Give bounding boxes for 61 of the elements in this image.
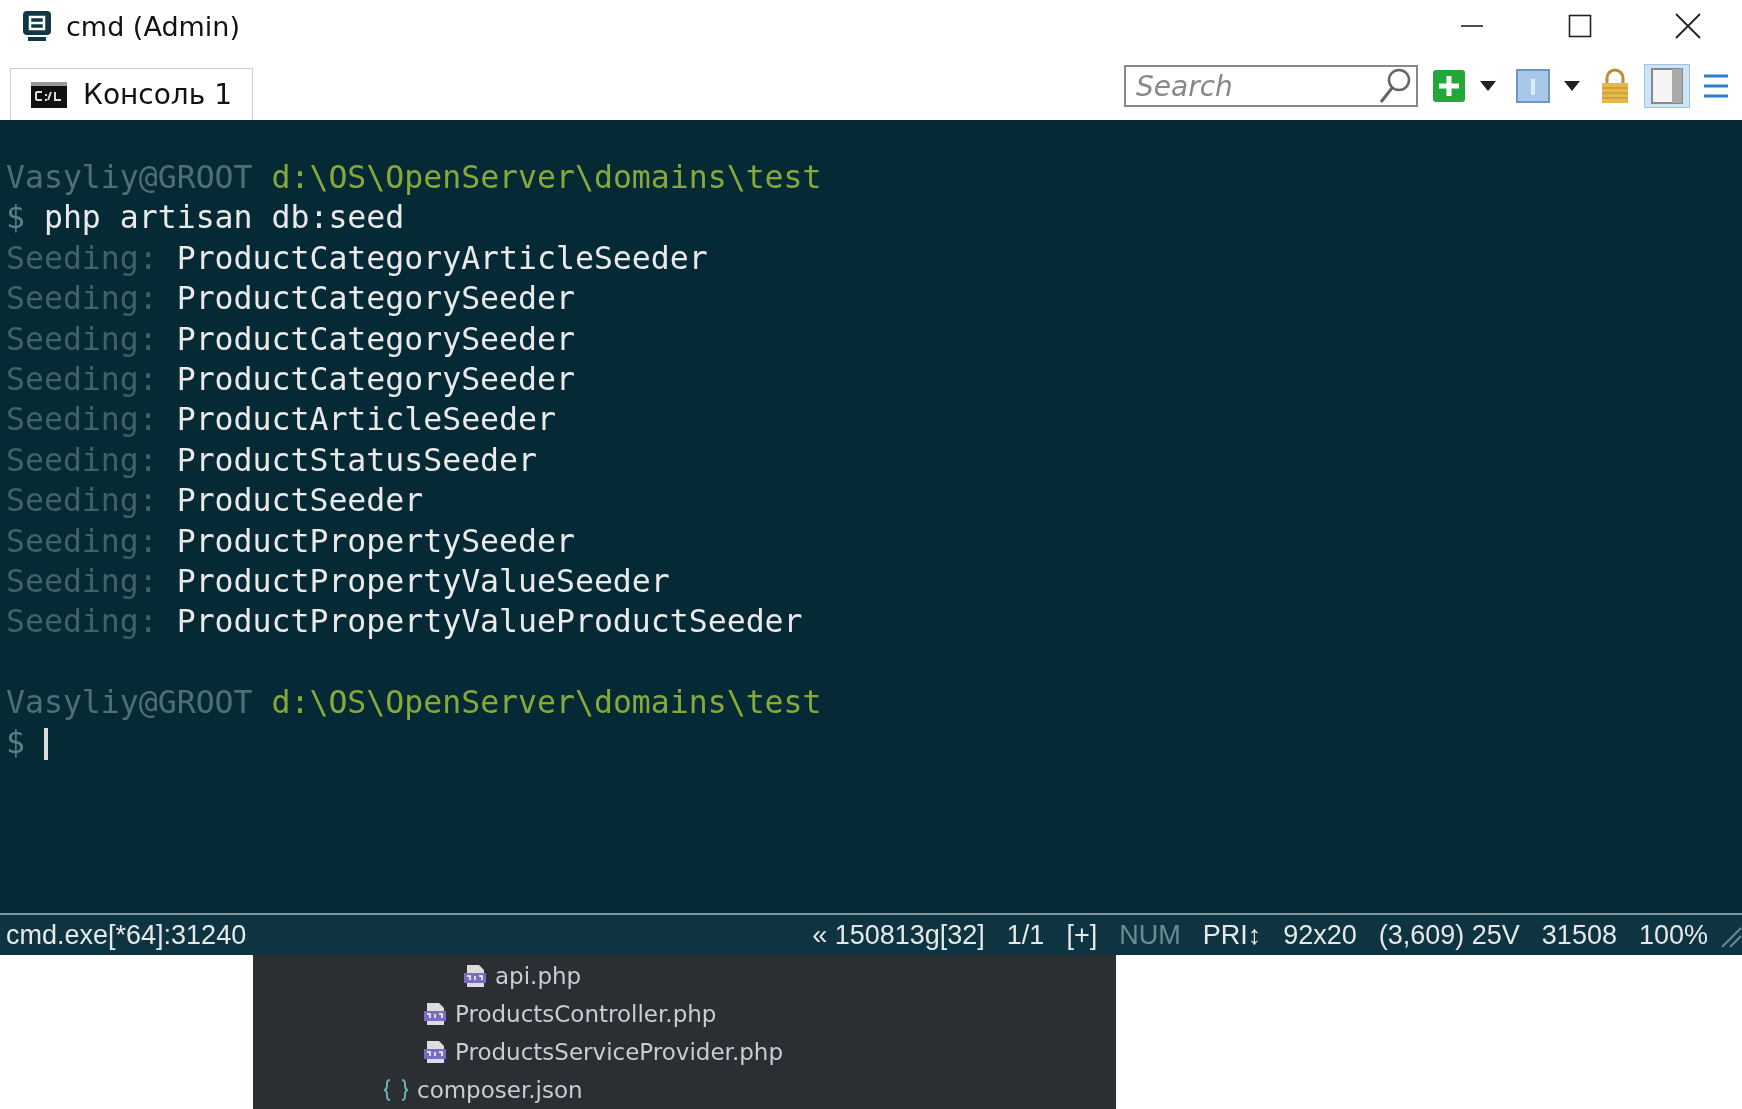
- search-icon: [1378, 67, 1412, 105]
- lock-icon[interactable]: [1600, 68, 1630, 104]
- search-field[interactable]: Search: [1124, 65, 1418, 107]
- window-icon[interactable]: [1516, 69, 1550, 103]
- prompt-sign: $: [6, 724, 25, 761]
- minimize-icon: [1460, 25, 1484, 27]
- output-text: ProductPropertySeeder: [176, 522, 575, 559]
- output-label: Seeding:: [6, 401, 158, 438]
- output-label: Seeding:: [6, 360, 158, 397]
- maximize-icon: [1568, 14, 1592, 38]
- file-name[interactable]: api.php: [495, 963, 582, 989]
- output-text: ProductStatusSeeder: [176, 441, 537, 478]
- prompt-sign: $: [6, 199, 25, 236]
- prompt-user: Vasyliy@GROOT: [6, 159, 253, 195]
- terminal-app-icon: [22, 10, 52, 42]
- file-name[interactable]: composer.json: [417, 1077, 583, 1103]
- status-item: 92x20: [1283, 919, 1357, 951]
- status-item: 1/1: [1006, 919, 1045, 951]
- php-file-icon: [423, 1040, 447, 1064]
- output-label: Seeding:: [6, 603, 158, 640]
- output-label: Seeding:: [6, 522, 158, 559]
- status-item: (3,609) 25V: [1378, 919, 1520, 951]
- status-item: NUM: [1119, 919, 1181, 951]
- status-item: PRI↕: [1202, 919, 1262, 951]
- output-text: ProductSeeder: [176, 482, 424, 519]
- close-icon: [1675, 13, 1701, 39]
- output-label: Seeding:: [6, 482, 158, 519]
- output-text: ProductPropertyValueSeeder: [176, 562, 670, 599]
- php-file-icon: [463, 964, 487, 988]
- status-item: 100%: [1638, 919, 1708, 951]
- output-label: Seeding:: [6, 320, 158, 357]
- menu-icon[interactable]: [1704, 72, 1728, 100]
- command-text: php artisan db:seed: [43, 199, 405, 236]
- braces-icon: [383, 1078, 409, 1102]
- prompt-path: d:\OS\OpenServer\domains\test: [271, 684, 822, 721]
- output-label: Seeding:: [6, 441, 158, 478]
- file-name[interactable]: ProductsController.php: [455, 1001, 717, 1027]
- process-label: cmd.exe[*64]:31240: [6, 919, 247, 951]
- php-file-icon: [423, 1002, 447, 1026]
- console-icon: [31, 81, 67, 108]
- output-label: Seeding:: [6, 562, 158, 599]
- output-label: Seeding:: [6, 280, 158, 317]
- output-text: ProductCategoryArticleSeeder: [176, 239, 708, 276]
- output-text: ProductArticleSeeder: [176, 401, 556, 438]
- file-name[interactable]: ProductsServiceProvider.php: [455, 1039, 783, 1065]
- output-text: ProductPropertyValueProductSeeder: [176, 603, 803, 640]
- console-tab[interactable]: Консоль 1: [10, 68, 253, 120]
- caret-icon[interactable]: [1564, 81, 1580, 91]
- status-item: 31508: [1541, 919, 1617, 951]
- caret-icon[interactable]: [1480, 81, 1496, 91]
- output-text: ProductCategorySeeder: [176, 280, 575, 317]
- split-panel-icon[interactable]: [1644, 64, 1690, 108]
- prompt-user: Vasyliy@GROOT: [6, 684, 253, 721]
- output-text: ProductCategorySeeder: [176, 360, 575, 397]
- output-label: Seeding:: [6, 239, 158, 276]
- plus-icon[interactable]: [1432, 69, 1466, 103]
- output-text: ProductCategorySeeder: [176, 320, 575, 357]
- window-title: cmd (Admin): [66, 10, 240, 42]
- status-item: « 150813g[32]: [812, 919, 985, 951]
- prompt-path: d:\OS\OpenServer\domains\test: [271, 159, 822, 195]
- status-item: [+]: [1066, 919, 1098, 951]
